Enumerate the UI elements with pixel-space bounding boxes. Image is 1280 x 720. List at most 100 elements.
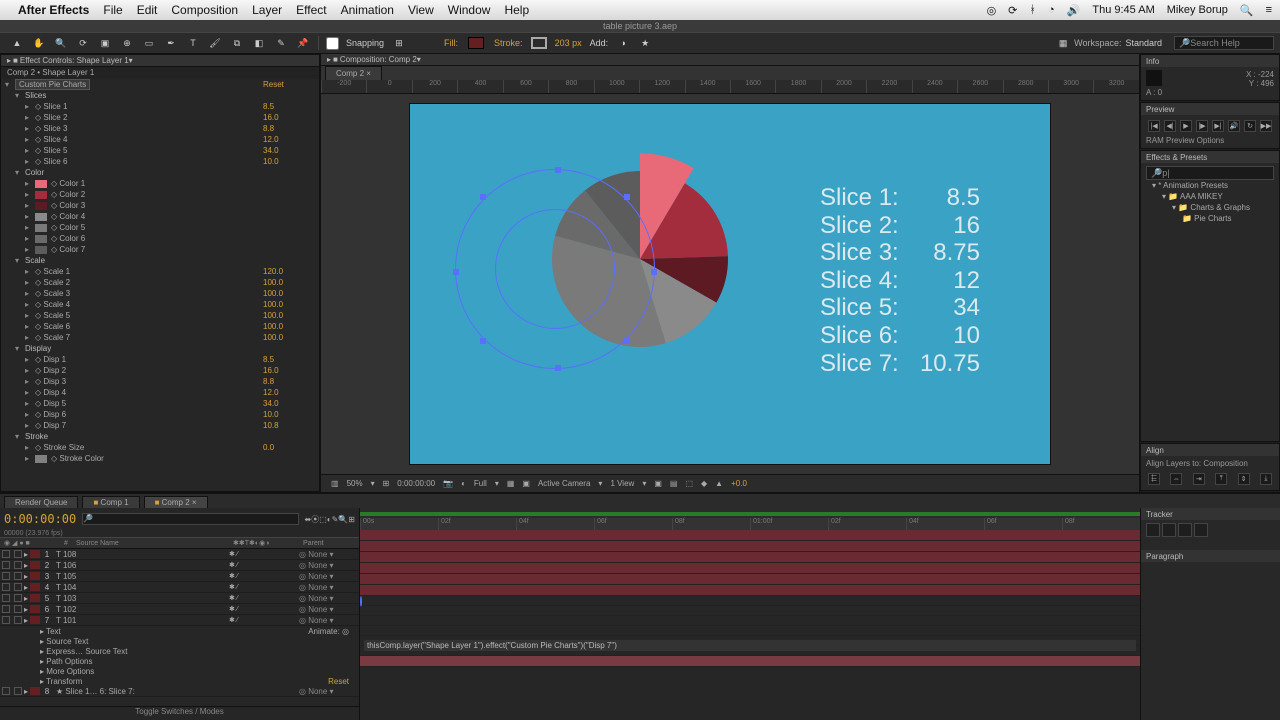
track-bar[interactable] [360, 530, 1140, 541]
ec-row[interactable]: ▾Color [1, 167, 319, 178]
ec-row[interactable]: ▸◇ Disp 216.0 [1, 365, 319, 376]
align-vcenter-icon[interactable]: ⇕ [1238, 473, 1250, 485]
effects-search-input[interactable]: 🔎 p| [1146, 166, 1274, 180]
track-bar[interactable] [360, 574, 1140, 585]
timeline-sub-row[interactable]: ▸ Source Text [0, 636, 359, 646]
status-bt-icon[interactable]: ᚼ [1029, 4, 1036, 16]
timeline-layer-row[interactable]: ▸5T 103✱ ⁄ ◎ None ▾ [0, 593, 359, 604]
ec-row[interactable]: ▸◇ Disp 610.0 [1, 409, 319, 420]
star-icon[interactable]: ★ [637, 35, 653, 51]
ec-row[interactable]: ▸◇ Color 6 [1, 233, 319, 244]
preview-options[interactable]: RAM Preview Options [1146, 136, 1274, 145]
camera-tool-icon[interactable]: ▣ [97, 35, 113, 51]
timeline-layer-row[interactable]: ▸6T 102✱ ⁄ ◎ None ▾ [0, 604, 359, 615]
stroke-swatch[interactable] [531, 37, 547, 49]
user-name[interactable]: Mikey Borup [1167, 4, 1228, 16]
vb-icon-3[interactable]: ⬚ [685, 479, 693, 488]
menu-edit[interactable]: Edit [137, 3, 158, 17]
tl-tab-render[interactable]: Render Queue [4, 496, 78, 508]
res-dropdown[interactable]: Full [474, 479, 487, 488]
track-bar[interactable] [360, 552, 1140, 563]
snapshot-icon[interactable]: 📷 [443, 479, 453, 488]
align-bottom-icon[interactable]: ⤓ [1260, 473, 1272, 485]
workspace-dropdown[interactable]: Standard [1125, 38, 1162, 48]
toggle-switches[interactable]: Toggle Switches / Modes [0, 706, 359, 720]
ec-row[interactable]: ▸◇ Stroke Size0.0 [1, 442, 319, 453]
anchor-tool-icon[interactable]: ⊕ [119, 35, 135, 51]
ec-row[interactable]: ▸◇ Scale 7100.0 [1, 332, 319, 343]
tl-ic-7[interactable]: ⊞ [348, 515, 355, 524]
ec-row[interactable]: ▸◇ Scale 1120.0 [1, 266, 319, 277]
stroke-px[interactable]: 203 px [555, 38, 582, 48]
text-tool-icon[interactable]: T [185, 35, 201, 51]
channel-icon[interactable]: ◐ [461, 479, 466, 488]
timeline-sub-row[interactable]: ▸ Express… Source Text [0, 646, 359, 656]
ec-row[interactable]: ▸◇ Slice 38.8 [1, 123, 319, 134]
shape-layer-row[interactable]: ▸ 8 ★ Slice 1… 6: Slice 7: ◎ None ▾ [0, 686, 359, 697]
eraser-tool-icon[interactable]: ◧ [251, 35, 267, 51]
vb-icon-2[interactable]: ▤ [670, 479, 678, 488]
time-search[interactable]: 🔎 [82, 513, 298, 525]
menu-composition[interactable]: Composition [171, 3, 238, 17]
comp-ruler[interactable]: -200020040060080010001200140016001800200… [321, 80, 1139, 94]
ec-row[interactable]: ▸◇ Slice 216.0 [1, 112, 319, 123]
add-dropdown-icon[interactable]: ◑ [615, 35, 631, 51]
ec-row[interactable]: ▸◇ Color 3 [1, 200, 319, 211]
next-frame-icon[interactable]: |▶ [1196, 120, 1208, 132]
menu-help[interactable]: Help [504, 3, 529, 17]
exposure-value[interactable]: +0.0 [731, 479, 747, 488]
last-frame-icon[interactable]: ▶| [1212, 120, 1224, 132]
timeline-sub-row[interactable]: ▸ TextAnimate: ◎ [0, 626, 359, 636]
ec-row[interactable]: ▸◇ Disp 710.8 [1, 420, 319, 431]
ec-row[interactable]: ▾Scale [1, 255, 319, 266]
timeline-layer-row[interactable]: ▸1T 108✱ ⁄ ◎ None ▾ [0, 549, 359, 560]
timeline-tracks[interactable]: 00s02f04f06f08f01:00f02f04f06f08f thisCo… [360, 508, 1280, 720]
selection-outline-inner[interactable] [495, 209, 615, 329]
comp-menu-icon[interactable]: ▥ [331, 479, 339, 488]
zoom-tool-icon[interactable]: 🔍 [53, 35, 69, 51]
work-area-bar[interactable] [360, 512, 1140, 516]
vb-icon-4[interactable]: ◆ [701, 479, 707, 488]
align-hcenter-icon[interactable]: ⇔ [1170, 473, 1182, 485]
ec-row[interactable]: ▸◇ Color 7 [1, 244, 319, 255]
ec-row[interactable]: ▸◇ Slice 534.0 [1, 145, 319, 156]
selection-tool-icon[interactable]: ▲ [9, 35, 25, 51]
clock[interactable]: Thu 9:45 AM [1092, 4, 1154, 16]
snapping-checkbox[interactable] [326, 37, 339, 50]
ec-row[interactable]: ▸◇ Disp 534.0 [1, 398, 319, 409]
fx-tree-item[interactable]: ▾ 📁 AAA MIKEY [1146, 191, 1274, 202]
comp-tab[interactable]: Comp 2 × [325, 66, 382, 80]
ram-preview-icon[interactable]: ▶▶ [1260, 120, 1272, 132]
ec-row[interactable]: ▸◇ Scale 6100.0 [1, 321, 319, 332]
audio-icon[interactable]: 🔊 [1228, 120, 1240, 132]
tl-ic-2[interactable]: ⦿ [311, 514, 319, 525]
composition-panel-tab[interactable]: ▸ ■Composition: Comp 2 ▾ [321, 54, 1139, 66]
tl-tab-comp1[interactable]: ■ Comp 1 [82, 496, 139, 508]
current-time[interactable]: 0:00:00:00 [4, 512, 76, 526]
ec-row[interactable]: ▸◇ Scale 5100.0 [1, 310, 319, 321]
tracker-btn-4[interactable] [1194, 523, 1208, 537]
ec-row[interactable]: ▸◇ Slice 18.5 [1, 101, 319, 112]
brush-tool-icon[interactable]: 🖌 [207, 35, 223, 51]
search-help-input[interactable]: 🔎 Search Help [1174, 36, 1274, 50]
fill-swatch[interactable] [468, 37, 484, 49]
timeline-layer-row[interactable]: ▸7T 101✱ ⁄ ◎ None ▾ [0, 615, 359, 626]
zoom-dropdown[interactable]: 50% [347, 479, 363, 488]
fx-tree-item[interactable]: 📁 Pie Charts [1146, 213, 1274, 224]
col-source[interactable]: Source Name [72, 540, 229, 547]
ec-row[interactable]: ▸◇ Scale 3100.0 [1, 288, 319, 299]
rect-tool-icon[interactable]: ▭ [141, 35, 157, 51]
tracker-btn-3[interactable] [1178, 523, 1192, 537]
menu-window[interactable]: Window [448, 3, 491, 17]
align-panel-header[interactable]: Align [1141, 444, 1279, 456]
effect-controls-tab[interactable]: ▸ ■Effect Controls: Shape Layer 1 ▾ [1, 55, 319, 67]
pen-tool-icon[interactable]: ✒ [163, 35, 179, 51]
search-icon[interactable]: 🔍 [1240, 4, 1254, 17]
play-icon[interactable]: ▶ [1180, 120, 1192, 132]
effects-presets-header[interactable]: Effects & Presets [1141, 151, 1279, 163]
views-dropdown[interactable]: 1 View [610, 479, 634, 488]
grid-icon[interactable]: ▦ [507, 479, 515, 488]
expression-text[interactable]: thisComp.layer("Shape Layer 1").effect("… [364, 640, 1136, 651]
loop-icon[interactable]: ↻ [1244, 120, 1256, 132]
menu-file[interactable]: File [103, 3, 122, 17]
